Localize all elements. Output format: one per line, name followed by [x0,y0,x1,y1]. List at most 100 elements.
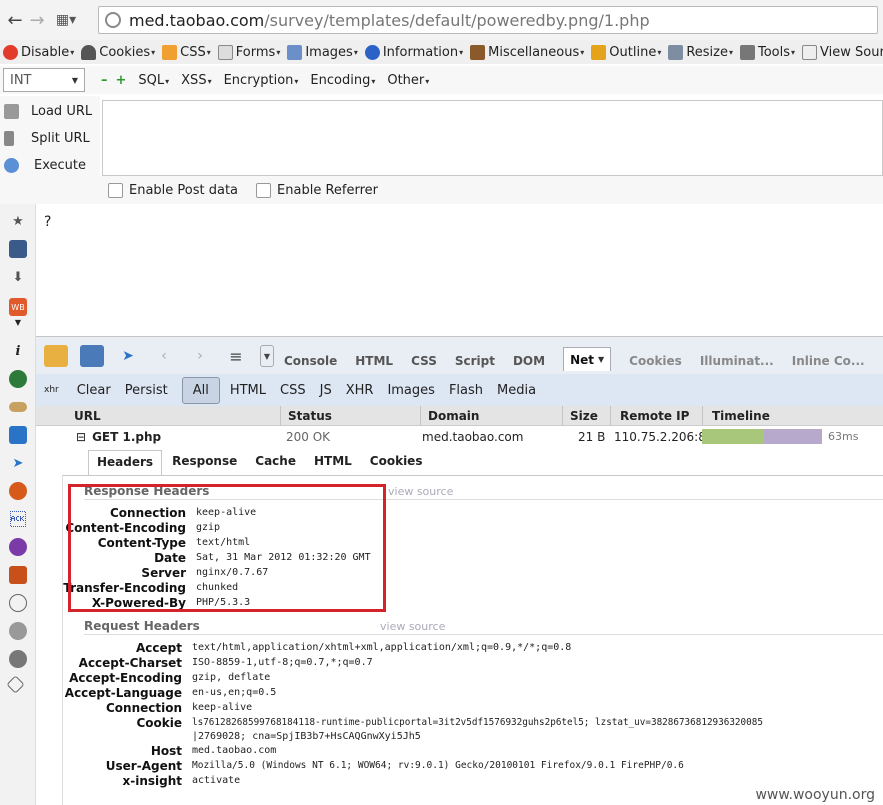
request-size: 21 B [578,430,606,444]
load-url-button[interactable]: Load URL [4,100,92,122]
referrer-checkbox[interactable] [256,182,272,198]
type-select[interactable]: INT ▼ [3,68,85,92]
tab-dom[interactable]: DOM [513,349,545,373]
toolbar-images[interactable]: Images ▾ [287,44,358,60]
filter-html[interactable]: HTML [230,383,266,398]
clear-button[interactable]: Clear [77,383,111,398]
col-size[interactable]: Size [570,409,598,423]
minus-icon[interactable]: – [101,73,108,88]
execute-button[interactable]: Execute [4,154,86,176]
scissors-icon [4,130,14,146]
response-view-source-link[interactable]: view source [388,485,453,498]
menu-lines-icon[interactable]: ≡ [224,345,248,367]
filter-xhr[interactable]: XHR [346,383,374,398]
col-remote-ip[interactable]: Remote IP [620,409,689,423]
bug-icon[interactable] [80,345,104,367]
col-domain[interactable]: Domain [428,409,479,423]
chevron-down-icon[interactable]: ▼ [9,316,27,328]
document-icon [802,44,818,60]
briefcase-icon [470,44,486,60]
tab-detail-html[interactable]: HTML [306,450,360,476]
request-url: ⊟ GET 1.php [76,430,162,444]
filter-all[interactable]: All [181,376,220,404]
forward-chevron-icon[interactable]: › [188,345,212,367]
tab-console[interactable]: Console [284,349,337,373]
plus-icon[interactable]: + [116,73,127,88]
highlight-box [68,484,386,612]
menu-xss[interactable]: XSS▾ [181,73,211,88]
download-arrow-icon[interactable]: ⬇ [9,268,27,286]
inspect-icon[interactable]: ➤ [116,345,140,367]
post-data-checkbox[interactable] [108,182,123,198]
filter-css[interactable]: CSS [280,383,306,398]
firebug-toolbar: ➤ ‹ › ≡ ▼ Console HTML CSS Script DOM Ne… [36,336,883,374]
menu-encryption[interactable]: Encryption▾ [224,73,299,88]
back-chevron-icon[interactable]: ‹ [152,345,176,367]
filter-images[interactable]: Images [387,383,435,398]
chain-icon[interactable] [9,402,27,412]
tab-detail-cookies[interactable]: Cookies [362,450,431,476]
url-bar[interactable]: med.taobao.com/survey/templates/default/… [98,6,878,34]
table-row[interactable]: ⊟ GET 1.php 200 OK med.taobao.com 21 B 11… [36,427,883,447]
chevron-down-icon: ▼ [71,75,78,85]
tab-html[interactable]: HTML [355,349,393,373]
toolbar-css[interactable]: CSS ▾ [162,44,211,60]
puzzle-icon[interactable] [9,240,27,258]
toolbar-resize[interactable]: Resize ▾ [668,44,733,60]
tab-css[interactable]: CSS [411,349,437,373]
timeline-waiting-bar [702,429,764,444]
persist-button[interactable]: Persist [125,383,168,398]
toolbar-forms[interactable]: Forms ▾ [217,44,280,60]
request-headers-title: Request Headers [84,619,200,633]
tab-script[interactable]: Script [455,349,495,373]
menu-other[interactable]: Other▾ [387,73,429,88]
tab-cookies[interactable]: Cookies [629,349,682,373]
watermark: www.wooyun.org [755,787,875,803]
toolbar-miscellaneous[interactable]: Miscellaneous ▾ [470,44,584,60]
toolbar-cookies[interactable]: Cookies ▾ [81,44,155,60]
globe-icon [105,12,121,28]
tab-inline-code[interactable]: Inline Co... [792,349,865,373]
dropdown-icon[interactable]: ▼ [260,345,274,367]
tile-grid-icon[interactable]: ▦▾ [48,8,84,32]
wb-icon[interactable]: WB [9,298,27,316]
wrench-icon [740,44,755,60]
col-url[interactable]: URL [74,409,101,423]
tab-net[interactable]: Net ▼ [563,347,612,371]
page-content: ? [36,204,883,334]
toolbar-information[interactable]: Information ▾ [364,44,463,60]
timeline-receiving-bar [764,429,822,444]
back-arrow-icon[interactable]: ← [4,8,26,32]
pen-icon [591,44,607,60]
url-path: /survey/templates/default/poweredby.png/… [264,10,650,30]
star-icon[interactable]: ★ [9,212,27,230]
request-view-source-link[interactable]: view source [380,620,445,633]
gear-icon[interactable] [9,622,27,640]
cursor-icon[interactable]: ➤ [9,454,27,472]
filter-media[interactable]: Media [497,383,536,398]
toolbar-view-source[interactable]: View Source▾ [802,44,883,60]
tab-illuminations[interactable]: Illuminat... [700,349,774,373]
info-italic-icon[interactable]: i [9,342,27,360]
menu-encoding[interactable]: Encoding▾ [310,73,375,88]
tab-headers[interactable]: Headers [88,450,163,476]
filter-js[interactable]: JS [320,383,332,398]
firebug-icon[interactable] [44,345,68,367]
database-icon[interactable] [9,426,27,444]
menu-sql[interactable]: SQL▾ [138,73,169,88]
toolbar-outline[interactable]: Outline ▾ [591,44,661,60]
col-timeline[interactable]: Timeline [712,409,770,423]
tab-response[interactable]: Response [164,450,245,476]
globe-green-icon[interactable] [9,370,27,388]
col-status[interactable]: Status [288,409,332,423]
url-textarea[interactable] [102,100,883,176]
filter-flash[interactable]: Flash [449,383,483,398]
toolbar-disable[interactable]: Disable ▾ [3,44,74,60]
split-url-button[interactable]: Split URL [4,127,90,149]
forward-arrow-icon[interactable]: → [26,8,48,32]
url-host: med.taobao.com [129,10,265,30]
toolbar-tools[interactable]: Tools ▾ [740,44,795,60]
request-remote-ip: 110.75.2.206:80 [614,430,714,444]
firefox-icon[interactable] [9,482,27,500]
tab-cache[interactable]: Cache [247,450,304,476]
